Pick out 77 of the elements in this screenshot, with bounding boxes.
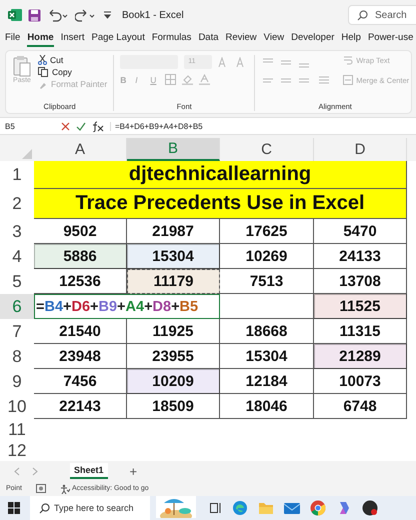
ribbon-tab[interactable]: Developer: [291, 32, 334, 46]
table-cell: 5886: [34, 244, 127, 269]
accessibility-icon[interactable]: [60, 484, 70, 494]
wrap-text-icon: [343, 55, 354, 65]
undo-icon[interactable]: [47, 8, 69, 22]
ribbon-tab[interactable]: Data: [198, 32, 219, 46]
title-cell: Trace Precedents Use in Excel: [34, 189, 407, 219]
formula-cell[interactable]: =B4+D6+B9+A4+D8+B5: [34, 294, 220, 319]
save-icon[interactable]: [28, 8, 41, 22]
column-header[interactable]: A: [34, 138, 127, 161]
triangle-icon: [22, 149, 32, 159]
table-cell: 11525: [314, 294, 407, 319]
browser-icon[interactable]: [232, 500, 248, 516]
taskbar-search-field[interactable]: Type here to search: [30, 496, 150, 520]
table-cell: 18046: [220, 394, 314, 419]
row-header[interactable]: 6: [0, 294, 34, 319]
next-sheet-icon[interactable]: [32, 466, 38, 476]
name-box[interactable]: B5: [5, 122, 55, 130]
search-field[interactable]: Search: [348, 5, 416, 25]
merge-icon: [343, 75, 354, 85]
table-cell: 18509: [127, 394, 220, 419]
table-cell: 10269: [220, 244, 314, 269]
ribbon-tab[interactable]: Review: [226, 32, 257, 46]
windows-start-icon[interactable]: [8, 502, 20, 514]
add-sheet-button[interactable]: +: [130, 464, 138, 478]
table-cell: 17625: [220, 219, 314, 244]
clipboard-icon: [12, 55, 32, 77]
macro-recording-icon[interactable]: [36, 484, 46, 493]
ribbon-tab[interactable]: File: [5, 32, 20, 46]
table-cell: 10073: [314, 369, 407, 394]
column-header[interactable]: D: [314, 138, 407, 161]
formula-field[interactable]: =B4+D6+B9+A4+D8+B5: [110, 122, 203, 130]
ribbon-tab[interactable]: Help: [341, 32, 361, 46]
table-cell: 5470: [314, 219, 407, 244]
font-color-icon[interactable]: [199, 74, 210, 85]
sheet-tab[interactable]: Sheet1: [70, 463, 108, 479]
table-cell: 24133: [314, 244, 407, 269]
search-icon: [357, 10, 368, 20]
ribbon-tab[interactable]: Insert: [60, 32, 84, 46]
table-cell: 11179: [127, 269, 220, 294]
table-cell: 21289: [314, 344, 407, 369]
task-view-icon[interactable]: [210, 502, 222, 514]
table-cell: 18668: [220, 319, 314, 344]
ribbon-tab[interactable]: View: [264, 32, 284, 46]
ribbon-tab[interactable]: Formulas: [152, 32, 192, 46]
ribbon-tab[interactable]: Home: [27, 32, 54, 46]
table-cell: 15304: [127, 244, 220, 269]
column-header[interactable]: B: [127, 138, 220, 161]
insert-function-icon[interactable]: [92, 120, 104, 132]
table-cell: 23948: [34, 344, 127, 369]
cut-button[interactable]: Cut: [38, 55, 108, 65]
table-cell: 11925: [127, 319, 220, 344]
previous-sheet-icon[interactable]: [14, 466, 20, 476]
table-cell: 21540: [34, 319, 127, 344]
copy-button[interactable]: Copy: [38, 67, 108, 77]
avatar-icon[interactable]: [362, 500, 378, 516]
table-cell: 22143: [34, 394, 127, 419]
mail-icon[interactable]: [284, 502, 300, 514]
column-header[interactable]: C: [220, 138, 314, 161]
scissors-icon: [38, 55, 47, 65]
table-cell: 7513: [220, 269, 314, 294]
enter-icon[interactable]: [76, 122, 86, 130]
redo-icon[interactable]: [75, 8, 97, 22]
excel-logo-icon: [8, 8, 22, 22]
table-cell: 12184: [220, 369, 314, 394]
customize-toolbar-icon[interactable]: [103, 10, 112, 20]
ribbon-tab[interactable]: Power-use: [368, 32, 414, 46]
search-icon: [39, 502, 50, 514]
window-title: Book1 - Excel: [122, 10, 184, 20]
chrome-icon[interactable]: [310, 500, 326, 516]
table-cell: 6748: [314, 394, 407, 419]
copy-icon: [38, 67, 49, 77]
fill-color-icon[interactable]: [182, 74, 194, 85]
cancel-icon[interactable]: [61, 122, 70, 130]
ribbon-tab[interactable]: Page Layout: [91, 32, 145, 46]
table-cell: 10209: [127, 369, 220, 394]
title-cell: djtechnicallearning: [34, 161, 407, 189]
